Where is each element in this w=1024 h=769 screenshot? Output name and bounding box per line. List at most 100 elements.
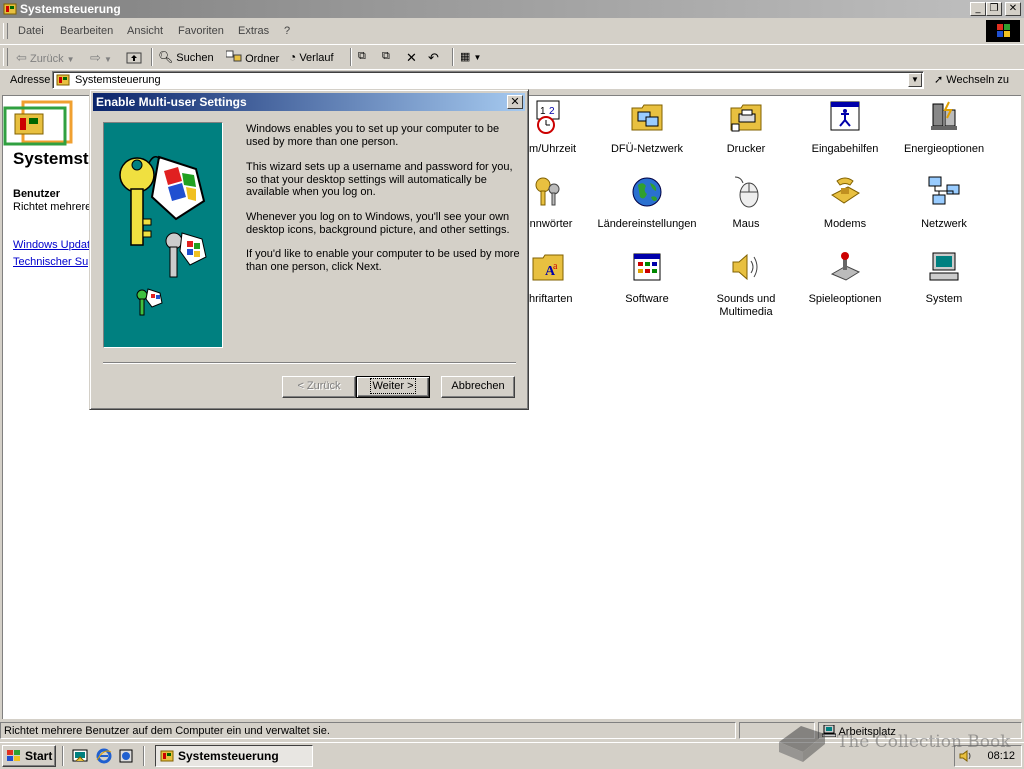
move-to-button[interactable]: ⧉ (358, 50, 366, 63)
views-icon: ▦ (460, 51, 471, 63)
menu-bar: Datei Bearbeiten Ansicht Favoriten Extra… (0, 20, 1024, 42)
history-label: Verlauf (299, 52, 334, 64)
cp-item-label: Sounds und Multimedia (716, 293, 776, 318)
move-to-icon: ⧉ (358, 50, 366, 62)
go-arrow-icon: ➚ (934, 74, 944, 86)
svg-text:2: 2 (549, 106, 555, 117)
forward-arrow-icon: ⇨ (90, 50, 101, 65)
close-button[interactable]: ✕ (1005, 2, 1021, 16)
keys-icon (119, 155, 207, 316)
zone-label: Arbeitsplatz (838, 726, 896, 738)
cp-item-regional[interactable]: Ländereinstellungen (597, 175, 697, 231)
cp-item-label: Software (625, 293, 669, 305)
accessibility-icon (830, 101, 860, 131)
go-label: Wechseln zu (946, 74, 1010, 86)
menu-bearbeiten[interactable]: Bearbeiten (60, 25, 113, 37)
dialog-paragraph: Windows enables you to set up your compu… (246, 123, 500, 148)
cp-item-dialup[interactable]: DFÜ-Netzwerk (597, 100, 697, 156)
cp-item-label: Netzwerk (921, 218, 967, 230)
back-label: Zurück (29, 53, 64, 65)
multiuser-wizard-dialog: Enable Multi-user Settings ✕ Windows ena… (89, 89, 529, 410)
next-button[interactable]: Weiter > (356, 376, 430, 398)
clock[interactable]: 08:12 (987, 750, 1015, 762)
system-tray: 08:12 (954, 745, 1022, 767)
standard-toolbar: ⇦ Zurück ▼ ⇨ ▼ 🔍︎ Suchen Ordner ◔ Verlau… (0, 44, 1024, 69)
back-button[interactable]: < Zurück (282, 376, 356, 398)
views-button[interactable]: ▦ ▼ (460, 50, 481, 63)
cp-item-label: Modems (823, 218, 867, 230)
history-button[interactable]: ◔ Verlauf (289, 50, 334, 64)
start-button[interactable]: Start (2, 745, 56, 767)
folders-label: Ordner (245, 53, 280, 65)
delete-button[interactable]: ✕ (406, 50, 417, 66)
toolbar-separator (452, 48, 454, 66)
back-button[interactable]: ⇦ Zurück ▼ (16, 50, 75, 66)
undo-icon: ↶ (428, 50, 439, 65)
volume-icon[interactable] (959, 749, 973, 763)
cp-item-network[interactable]: Netzwerk (894, 175, 994, 231)
menu-datei[interactable]: Datei (18, 25, 44, 37)
dialog-title-bar[interactable]: Enable Multi-user Settings ✕ (93, 93, 525, 111)
menu-help[interactable]: ? (284, 25, 290, 37)
delete-icon: ✕ (406, 50, 417, 65)
cp-item-label: Drucker (726, 143, 766, 155)
copy-to-button[interactable]: ⧉ (382, 50, 390, 63)
status-panel (739, 722, 815, 739)
cancel-button-label: Abbrechen (451, 380, 505, 392)
folders-button[interactable]: Ordner (225, 50, 280, 65)
cp-item-label: Maus (732, 218, 760, 230)
undo-button[interactable]: ↶ (428, 50, 439, 66)
cp-item-mouse[interactable]: Maus (696, 175, 796, 231)
dialog-paragraph: This wizard sets up a username and passw… (246, 161, 513, 198)
copy-to-icon: ⧉ (382, 50, 390, 62)
address-dropdown-button[interactable]: ▼ (908, 73, 922, 87)
window-title-bar[interactable]: Systemsteuerung _ ❐ ✕ (0, 0, 1024, 18)
internet-explorer-icon[interactable] (96, 748, 112, 764)
network-icon (928, 176, 960, 205)
cp-item-power[interactable]: Energieoptionen (894, 100, 994, 156)
search-label: Suchen (176, 52, 214, 64)
menu-extras[interactable]: Extras (238, 25, 269, 37)
menu-grip (3, 23, 8, 39)
cp-item-printers[interactable]: Drucker (696, 100, 796, 156)
cp-item-label: DFÜ-Netzwerk (610, 143, 684, 155)
forward-button[interactable]: ⇨ ▼ (90, 50, 112, 66)
cp-item-modems[interactable]: Modems (795, 175, 895, 231)
fonts-folder-icon: Aa (532, 254, 564, 281)
minimize-button[interactable]: _ (970, 2, 986, 16)
cp-item-accessibility[interactable]: Eingabehilfen (795, 100, 895, 156)
dialog-title: Enable Multi-user Settings (96, 95, 247, 109)
windows-logo-icon (986, 20, 1020, 42)
dialog-close-button[interactable]: ✕ (507, 95, 523, 109)
cp-item-sounds[interactable]: Sounds und Multimedia (696, 250, 796, 319)
joystick-icon (830, 252, 861, 281)
control-panel-icon (3, 3, 17, 15)
tech-support-link[interactable]: Technischer Sup (13, 256, 94, 268)
status-bar: Richtet mehrere Benutzer auf dem Compute… (0, 721, 1024, 741)
cp-item-software[interactable]: Software (597, 250, 697, 306)
start-label: Start (25, 749, 53, 763)
taskbar: Start Systemsteuerung 08:12 (0, 742, 1024, 769)
back-arrow-icon: ⇦ (16, 50, 27, 65)
cancel-button[interactable]: Abbrechen (441, 376, 515, 398)
show-desktop-icon[interactable] (72, 748, 88, 764)
search-button[interactable]: 🔍︎ Suchen (158, 50, 214, 64)
windows-update-link[interactable]: Windows Updat (13, 239, 90, 251)
menu-ansicht[interactable]: Ansicht (127, 25, 163, 37)
up-folder-button[interactable] (126, 50, 142, 67)
cp-item-label: Eingabehilfen (811, 143, 879, 155)
menu-favoriten[interactable]: Favoriten (178, 25, 224, 37)
task-label: Systemsteuerung (178, 749, 279, 763)
restore-button[interactable]: ❐ (986, 2, 1002, 16)
my-computer-icon (821, 724, 837, 738)
channels-icon[interactable] (118, 748, 134, 764)
cp-item-system[interactable]: System (894, 250, 994, 306)
cp-item-games[interactable]: Spieleoptionen (795, 250, 895, 306)
task-button-systemsteuerung[interactable]: Systemsteuerung (155, 745, 313, 767)
address-input[interactable]: Systemsteuerung ▼ (52, 71, 924, 89)
toolbar-separator (151, 48, 153, 66)
power-options-icon (931, 101, 957, 130)
go-button[interactable]: ➚ Wechseln zu (934, 73, 1009, 86)
dialup-network-icon (631, 104, 663, 131)
globe-icon (632, 177, 662, 207)
